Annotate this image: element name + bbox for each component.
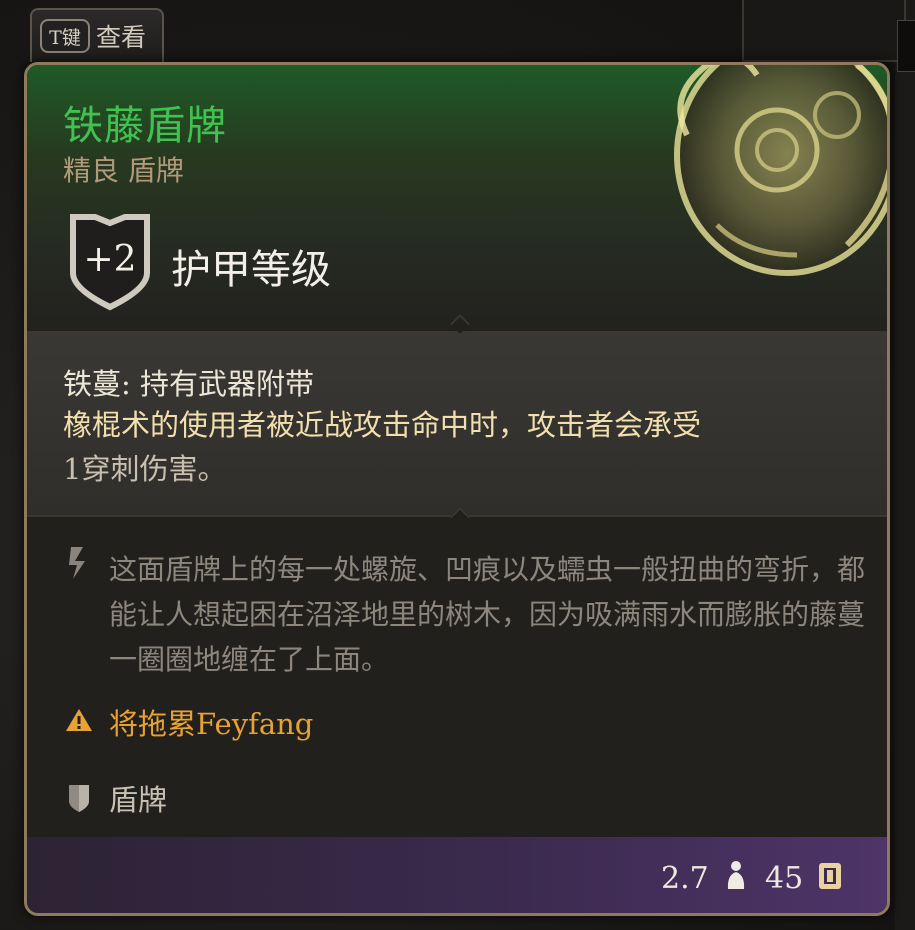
examine-label: 查看 [96, 23, 147, 52]
background-inventory-slot [742, 0, 906, 62]
examine-key-badge: T键 [40, 19, 90, 53]
item-type-label: 盾牌 [109, 783, 168, 817]
armor-class-label: 护甲等级 [171, 247, 331, 293]
item-rarity-type: 精良 盾牌 [63, 154, 184, 187]
property-name: 铁蔓: 持有武器附带 [63, 367, 314, 401]
warning-icon [66, 709, 92, 731]
price-value: 45 [765, 861, 804, 896]
examine-hint[interactable]: T键 查看 [30, 8, 164, 62]
item-tooltip: 铁藤盾牌 精良 盾牌 +2 护甲等级 铁蔓: 持有武器附带 橡棍术的使用者被近战… [24, 62, 890, 916]
lore-quill-icon [69, 547, 85, 579]
property-section: 铁蔓: 持有武器附带 橡棍术的使用者被近战攻击命中时，攻击者会承受 1穿刺伤害。 [27, 331, 887, 515]
shield-type-icon [69, 785, 89, 812]
background-scene [895, 0, 915, 930]
gold-coin-icon [819, 863, 841, 889]
tooltip-footer: 2.7 45 [27, 837, 887, 913]
item-name: 铁藤盾牌 [63, 103, 227, 149]
armor-class-value: +2 [83, 239, 137, 280]
property-description: 橡棍术的使用者被近战攻击命中时，攻击者会承受 1穿刺伤害。 [63, 403, 823, 491]
weight-value: 2.7 [661, 861, 709, 896]
weight-icon [727, 861, 745, 889]
lore-text: 这面盾牌上的每一处螺旋、凹痕以及蠕虫一般扭曲的弯折，都能让人想起困在沼泽地里的树… [109, 553, 866, 676]
background-panel-edge [897, 20, 915, 72]
property-description-line1: 橡棍术的使用者被近战攻击命中时，攻击者会承受 [63, 408, 702, 442]
property-description-line2: 1穿刺伤害。 [63, 452, 227, 486]
encumbrance-warning: 将拖累Feyfang [109, 707, 314, 741]
vine-shield-artwork [674, 65, 887, 276]
